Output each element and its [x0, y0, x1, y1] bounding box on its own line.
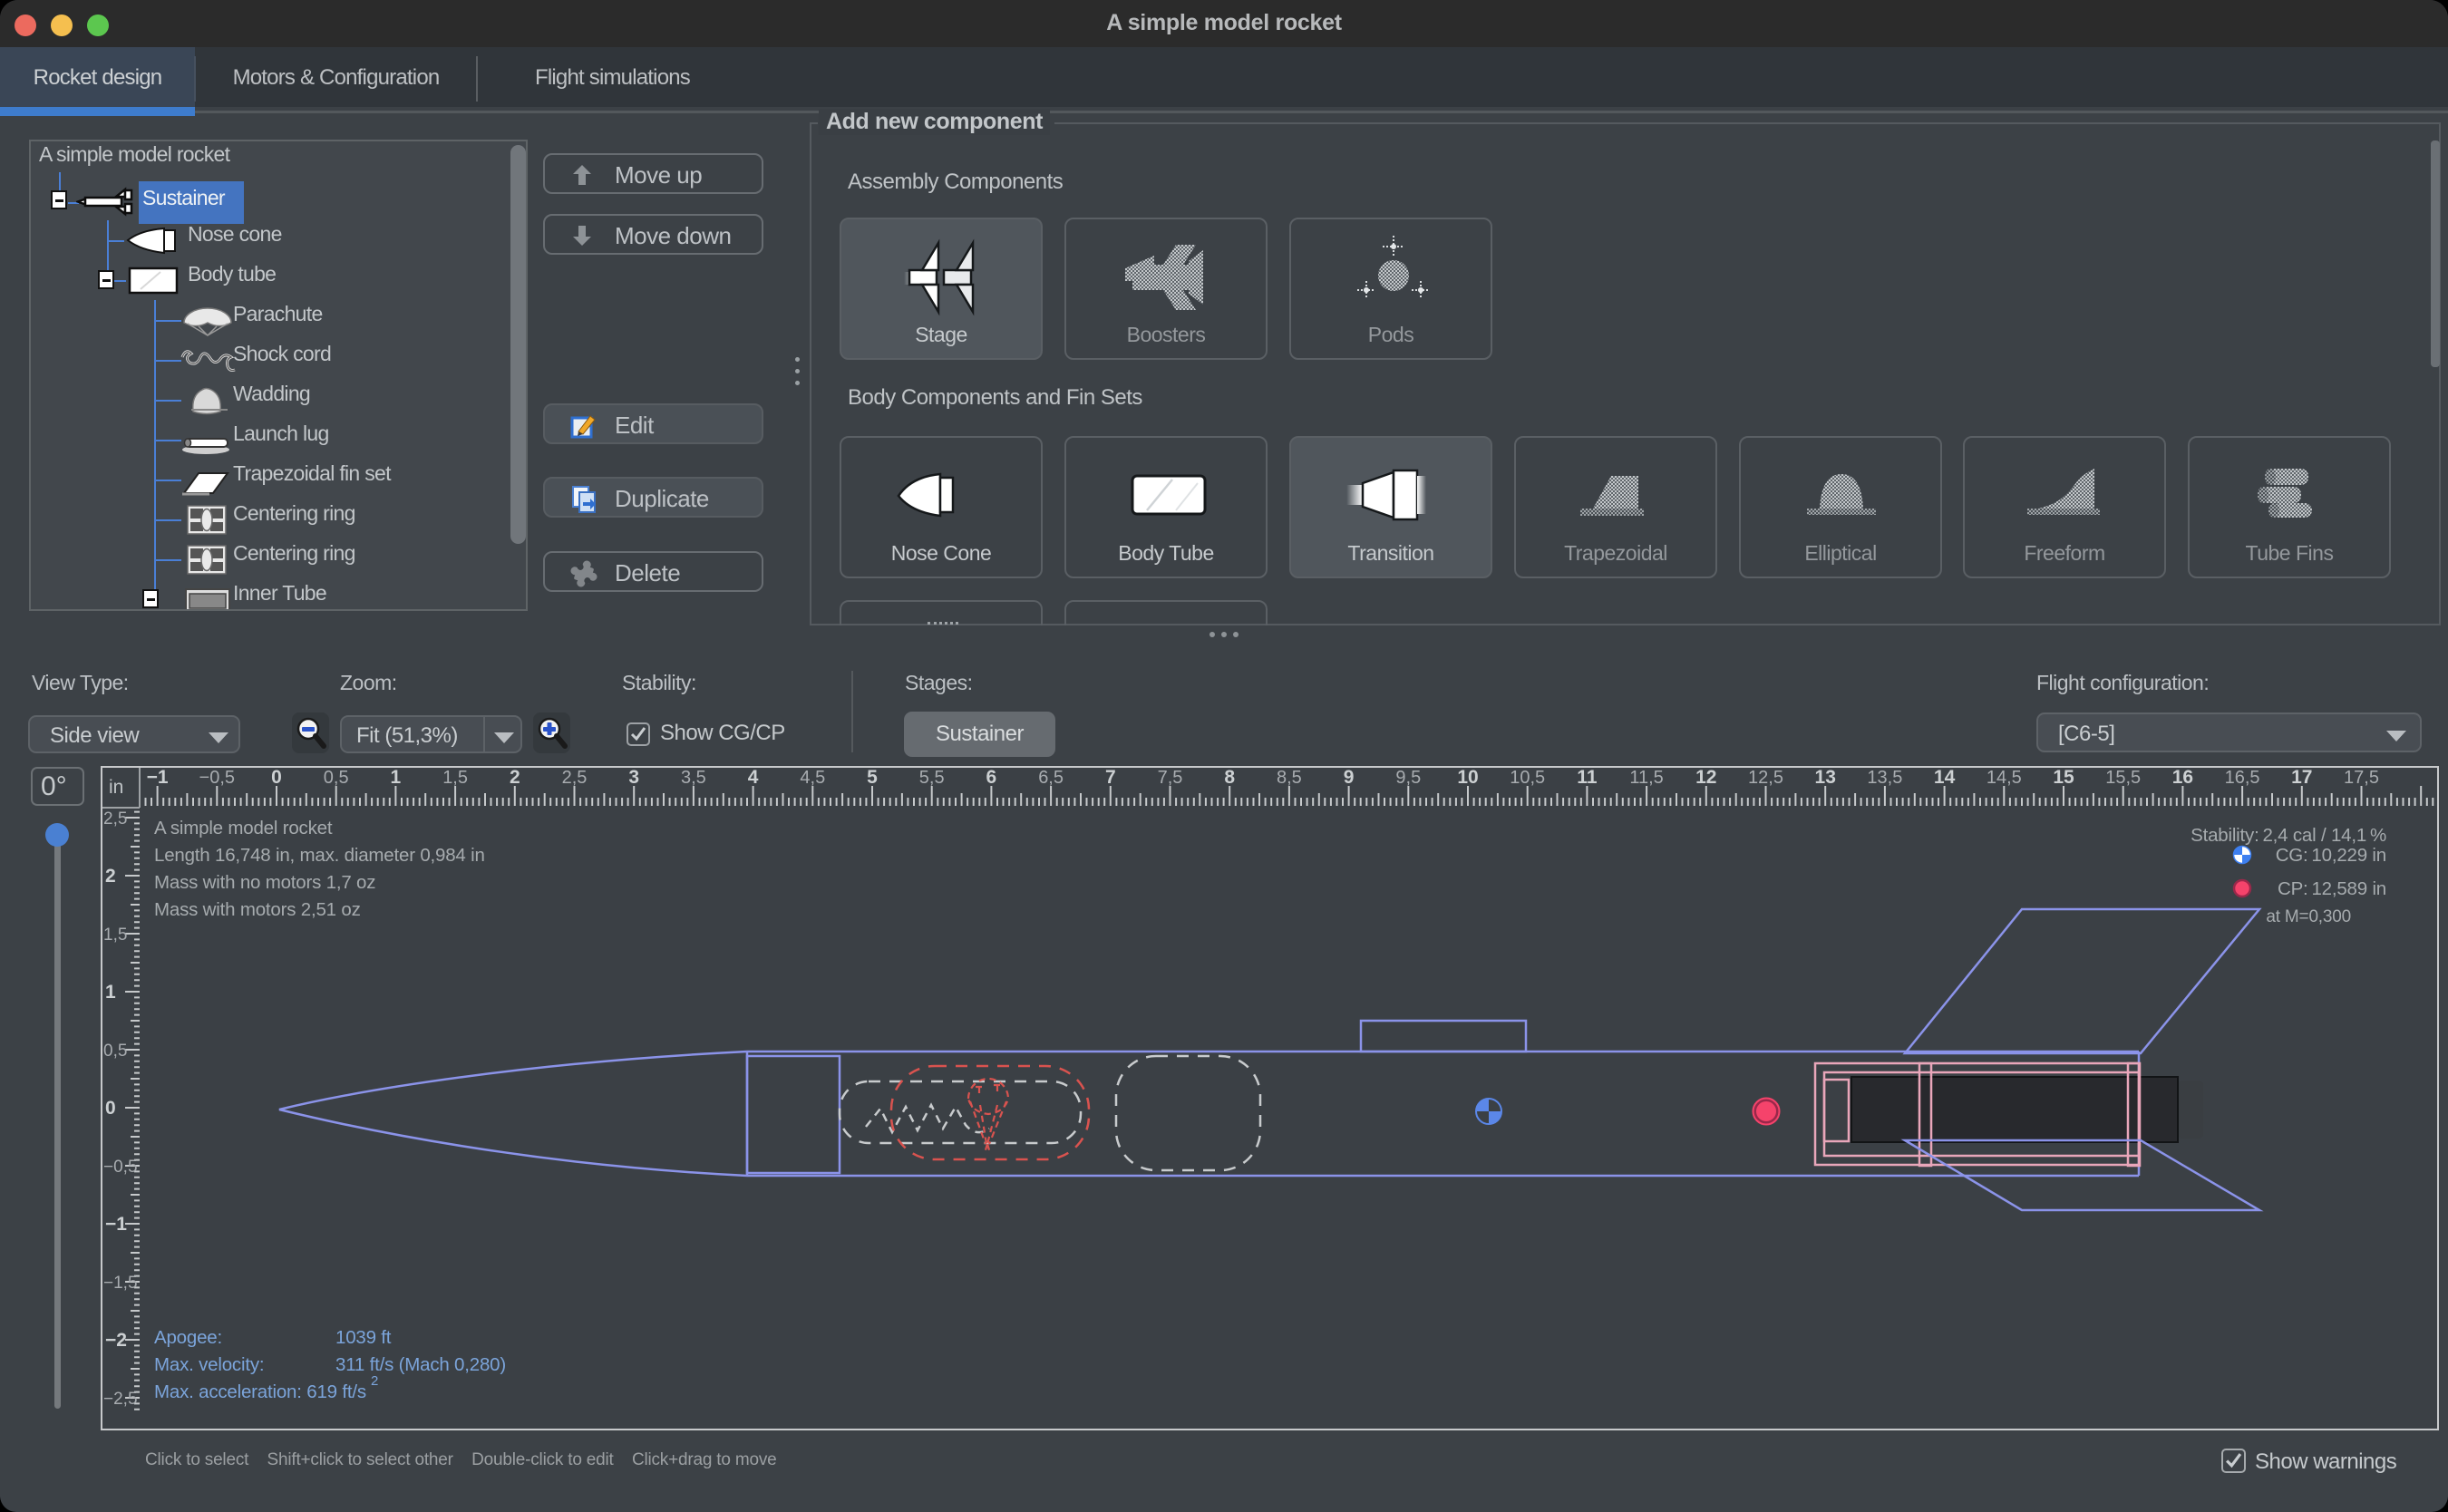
svg-text:10: 10 [1457, 768, 1478, 788]
svg-text:at M=0,300: at M=0,300 [2266, 907, 2351, 926]
svg-text:−0,5: −0,5 [103, 1158, 138, 1177]
svg-text:12,5: 12,5 [1748, 768, 1783, 788]
svg-text:in: in [109, 777, 123, 798]
svg-text:4: 4 [748, 768, 759, 788]
svg-text:16: 16 [2172, 768, 2193, 788]
svg-text:−2: −2 [105, 1330, 127, 1351]
svg-text:2: 2 [105, 866, 116, 887]
svg-text:0: 0 [105, 1098, 116, 1119]
svg-text:1039 ft: 1039 ft [335, 1327, 392, 1348]
svg-text:17,5: 17,5 [2344, 768, 2379, 788]
svg-text:2,5: 2,5 [562, 768, 588, 788]
svg-text:13,5: 13,5 [1867, 768, 1902, 788]
svg-text:−0,5: −0,5 [199, 768, 235, 788]
svg-text:Stability: 2,4 cal / 14,1 %: Stability: 2,4 cal / 14,1 % [2191, 825, 2386, 846]
svg-text:3,5: 3,5 [681, 768, 706, 788]
svg-text:Max. acceleration: 619 ft/s: Max. acceleration: 619 ft/s [154, 1381, 366, 1402]
svg-text:8: 8 [1224, 768, 1235, 788]
svg-text:8,5: 8,5 [1277, 768, 1302, 788]
svg-text:5,5: 5,5 [919, 768, 945, 788]
svg-text:0,5: 0,5 [103, 1042, 127, 1061]
svg-text:7,5: 7,5 [1158, 768, 1183, 788]
svg-text:9,5: 9,5 [1395, 768, 1421, 788]
svg-text:12: 12 [1695, 768, 1716, 788]
svg-text:Max. velocity:: Max. velocity: [154, 1354, 264, 1375]
svg-text:0: 0 [271, 768, 282, 788]
svg-text:CP: 12,589 in: CP: 12,589 in [2278, 878, 2386, 899]
svg-text:16,5: 16,5 [2225, 768, 2260, 788]
svg-text:0,5: 0,5 [324, 768, 349, 788]
svg-text:7: 7 [1105, 768, 1116, 788]
svg-text:Apogee:: Apogee: [154, 1327, 222, 1348]
svg-text:2: 2 [510, 768, 520, 788]
svg-text:CG: 10,229 in: CG: 10,229 in [2276, 845, 2386, 866]
svg-text:1: 1 [391, 768, 402, 788]
svg-text:10,5: 10,5 [1510, 768, 1545, 788]
svg-text:11,5: 11,5 [1629, 768, 1663, 788]
svg-text:1,5: 1,5 [442, 768, 468, 788]
svg-text:2,5: 2,5 [103, 809, 127, 829]
svg-text:3: 3 [628, 768, 639, 788]
svg-text:Mass with motors 2,51 oz: Mass with motors 2,51 oz [154, 899, 361, 920]
svg-text:−1: −1 [147, 768, 169, 788]
svg-text:4,5: 4,5 [800, 768, 825, 788]
svg-text:6: 6 [986, 768, 997, 788]
svg-text:5: 5 [867, 768, 878, 788]
svg-text:Length 16,748 in, max. diamete: Length 16,748 in, max. diameter 0,984 in [154, 845, 485, 866]
svg-text:17: 17 [2291, 768, 2312, 788]
svg-text:11: 11 [1577, 768, 1598, 788]
svg-text:−1,5: −1,5 [103, 1274, 138, 1293]
svg-text:A simple model rocket: A simple model rocket [154, 818, 333, 838]
svg-text:15,5: 15,5 [2105, 768, 2141, 788]
svg-text:1: 1 [105, 982, 116, 1003]
svg-text:9: 9 [1344, 768, 1355, 788]
svg-text:2: 2 [371, 1373, 378, 1389]
svg-text:311 ft/s (Mach 0,280): 311 ft/s (Mach 0,280) [335, 1354, 506, 1375]
svg-text:Mass with no motors 1,7 oz: Mass with no motors 1,7 oz [154, 872, 375, 893]
svg-text:13: 13 [1815, 768, 1836, 788]
svg-text:14: 14 [1934, 768, 1956, 788]
svg-text:15: 15 [2053, 768, 2074, 788]
svg-text:14,5: 14,5 [1987, 768, 2022, 788]
svg-text:−2,5: −2,5 [103, 1390, 138, 1409]
svg-text:6,5: 6,5 [1038, 768, 1064, 788]
svg-text:−1: −1 [105, 1214, 127, 1235]
svg-text:1,5: 1,5 [103, 926, 127, 945]
